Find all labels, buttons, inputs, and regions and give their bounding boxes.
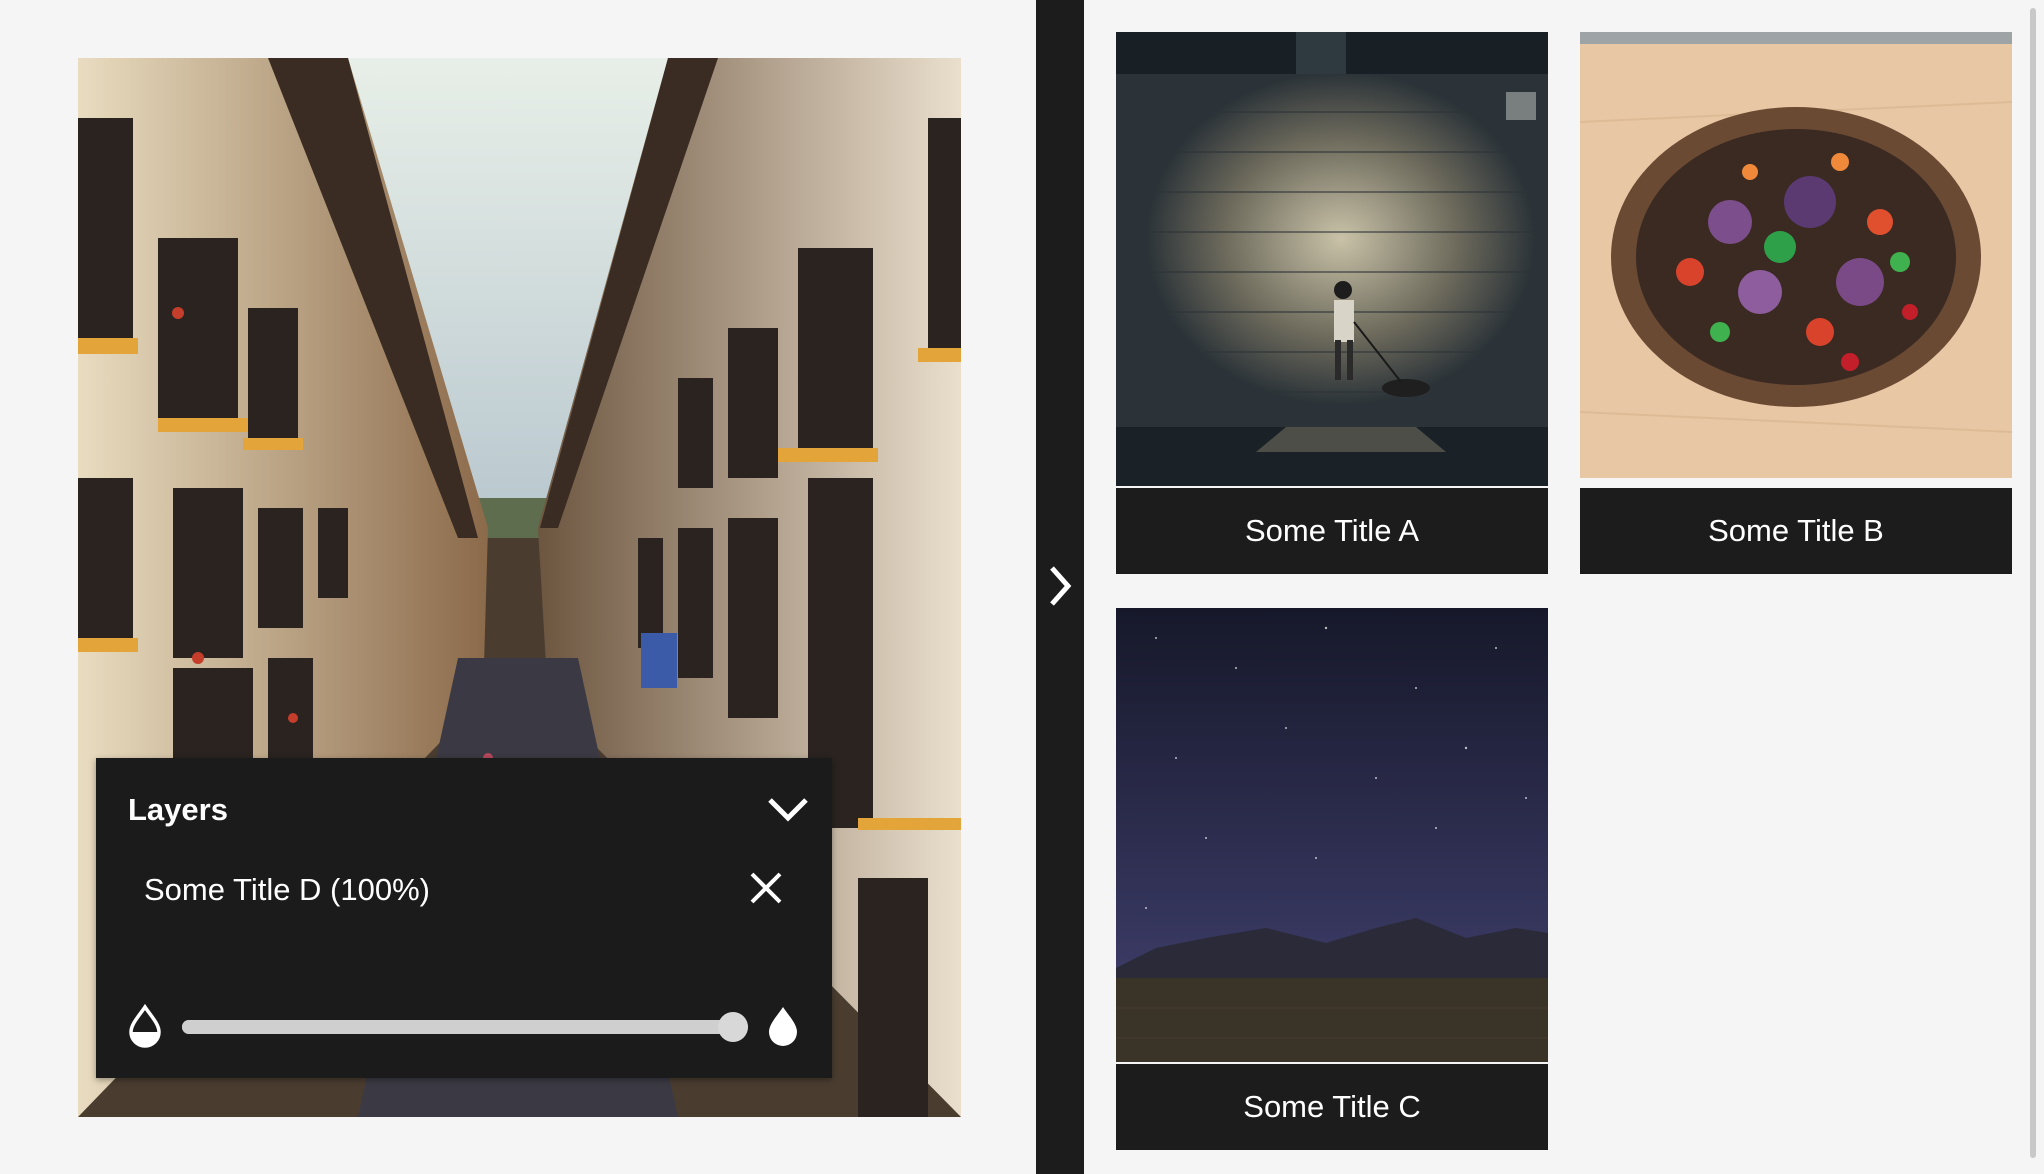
opacity-slider-fill: [182, 1020, 733, 1034]
panel-toggle-button[interactable]: [1036, 0, 1084, 1174]
gallery-card[interactable]: Some Title B: [1580, 32, 2012, 574]
card-title: Some Title A: [1116, 488, 1548, 574]
layers-header: Layers: [128, 788, 812, 828]
chevron-right-icon: [1046, 562, 1074, 615]
card-title: Some Title B: [1580, 488, 2012, 574]
drop-icon: [766, 1004, 800, 1048]
person-walking-dog-thumbnail: [1116, 32, 1548, 486]
layer-name: Some Title D (100%): [144, 872, 430, 907]
layers-panel: Layers Some Title D (100%): [96, 758, 832, 1078]
chevron-down-icon[interactable]: [764, 788, 812, 828]
opacity-control: [128, 1003, 800, 1048]
night-sky-thumbnail: [1116, 608, 1548, 1062]
scrollbar[interactable]: [2030, 8, 2036, 1158]
layers-title: Layers: [128, 792, 228, 827]
image-gallery: Some Title A Some Title B Some Title C: [1084, 0, 2044, 1174]
salad-bowl-thumbnail: [1580, 32, 2012, 486]
opacity-slider-thumb[interactable]: [718, 1012, 748, 1042]
opacity-slider[interactable]: [182, 1012, 748, 1042]
layer-item[interactable]: Some Title D (100%): [144, 858, 788, 918]
card-title: Some Title C: [1116, 1064, 1548, 1150]
close-icon[interactable]: [744, 866, 788, 910]
gallery-card[interactable]: Some Title A: [1116, 32, 1548, 574]
gallery-card[interactable]: Some Title C: [1116, 608, 1548, 1150]
image-viewer: Layers Some Title D (100%): [0, 0, 1036, 1174]
half-drop-icon: [128, 1003, 162, 1048]
